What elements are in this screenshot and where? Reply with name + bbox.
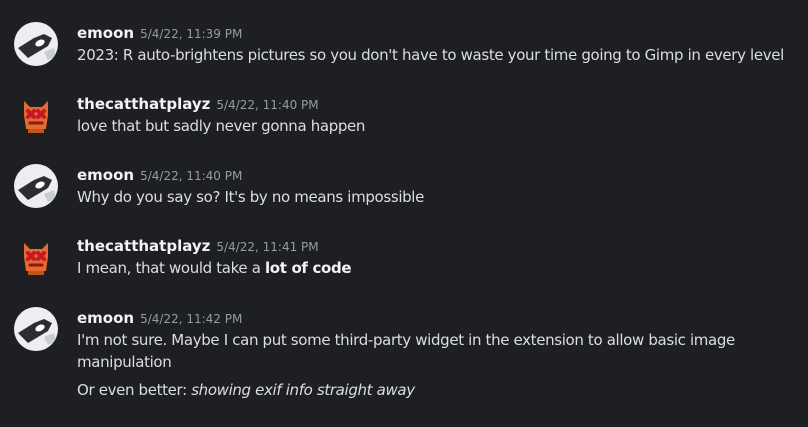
message-text: Or even better: showing exif info straig… (77, 379, 800, 401)
message-text: 2023: R auto-brightens pictures so you d… (77, 46, 784, 64)
message-content: emoon 5/4/22, 11:40 PM Why do you say so?… (77, 164, 800, 208)
emoon-avatar-icon[interactable] (14, 307, 58, 351)
emoon-avatar-icon[interactable] (14, 22, 58, 66)
message-text-italic: showing exif info straight away (191, 381, 415, 399)
message-header: emoon 5/4/22, 11:39 PM (77, 22, 800, 44)
author-name[interactable]: emoon (77, 24, 134, 42)
author-name[interactable]: emoon (77, 166, 134, 184)
message-header: thecatthatplayz 5/4/22, 11:40 PM (77, 93, 800, 115)
message-text: Why do you say so? It's by no means impo… (77, 188, 424, 206)
author-name[interactable]: emoon (77, 309, 134, 327)
message-header: emoon 5/4/22, 11:42 PM (77, 307, 800, 329)
message-text-plain: I mean, that would take a (77, 259, 265, 277)
message-text: I mean, that would take a lot of code (77, 257, 800, 279)
message-content: emoon 5/4/22, 11:42 PM I'm not sure. Mayb… (77, 307, 800, 401)
message-content: thecatthatplayz 5/4/22, 11:40 PM love tha… (77, 93, 800, 137)
red-angry-cat-avatar-icon[interactable] (14, 93, 58, 137)
message-timestamp: 5/4/22, 11:41 PM (216, 240, 319, 254)
message-timestamp: 5/4/22, 11:39 PM (140, 27, 243, 41)
message-header: thecatthatplayz 5/4/22, 11:41 PM (77, 235, 800, 257)
author-name[interactable]: thecatthatplayz (77, 95, 210, 113)
message-timestamp: 5/4/22, 11:40 PM (216, 98, 319, 112)
message-content: thecatthatplayz 5/4/22, 11:41 PM I mean, … (77, 235, 800, 279)
message-header: emoon 5/4/22, 11:40 PM (77, 164, 800, 186)
message-text-plain: Or even better: (77, 381, 192, 399)
message-timestamp: 5/4/22, 11:42 PM (140, 312, 243, 326)
message-text: I'm not sure. Maybe I can put some third… (77, 331, 735, 371)
message-text: love that but sadly never gonna happen (77, 117, 366, 135)
message-text-bold: lot of code (265, 259, 352, 277)
chat-log: emoon 5/4/22, 11:39 PM 2023: R auto-brigh… (0, 0, 808, 427)
message-content: emoon 5/4/22, 11:39 PM 2023: R auto-brigh… (77, 22, 800, 66)
emoon-avatar-icon[interactable] (14, 164, 58, 208)
author-name[interactable]: thecatthatplayz (77, 237, 210, 255)
message-timestamp: 5/4/22, 11:40 PM (140, 169, 243, 183)
red-angry-cat-avatar-icon[interactable] (14, 235, 58, 279)
